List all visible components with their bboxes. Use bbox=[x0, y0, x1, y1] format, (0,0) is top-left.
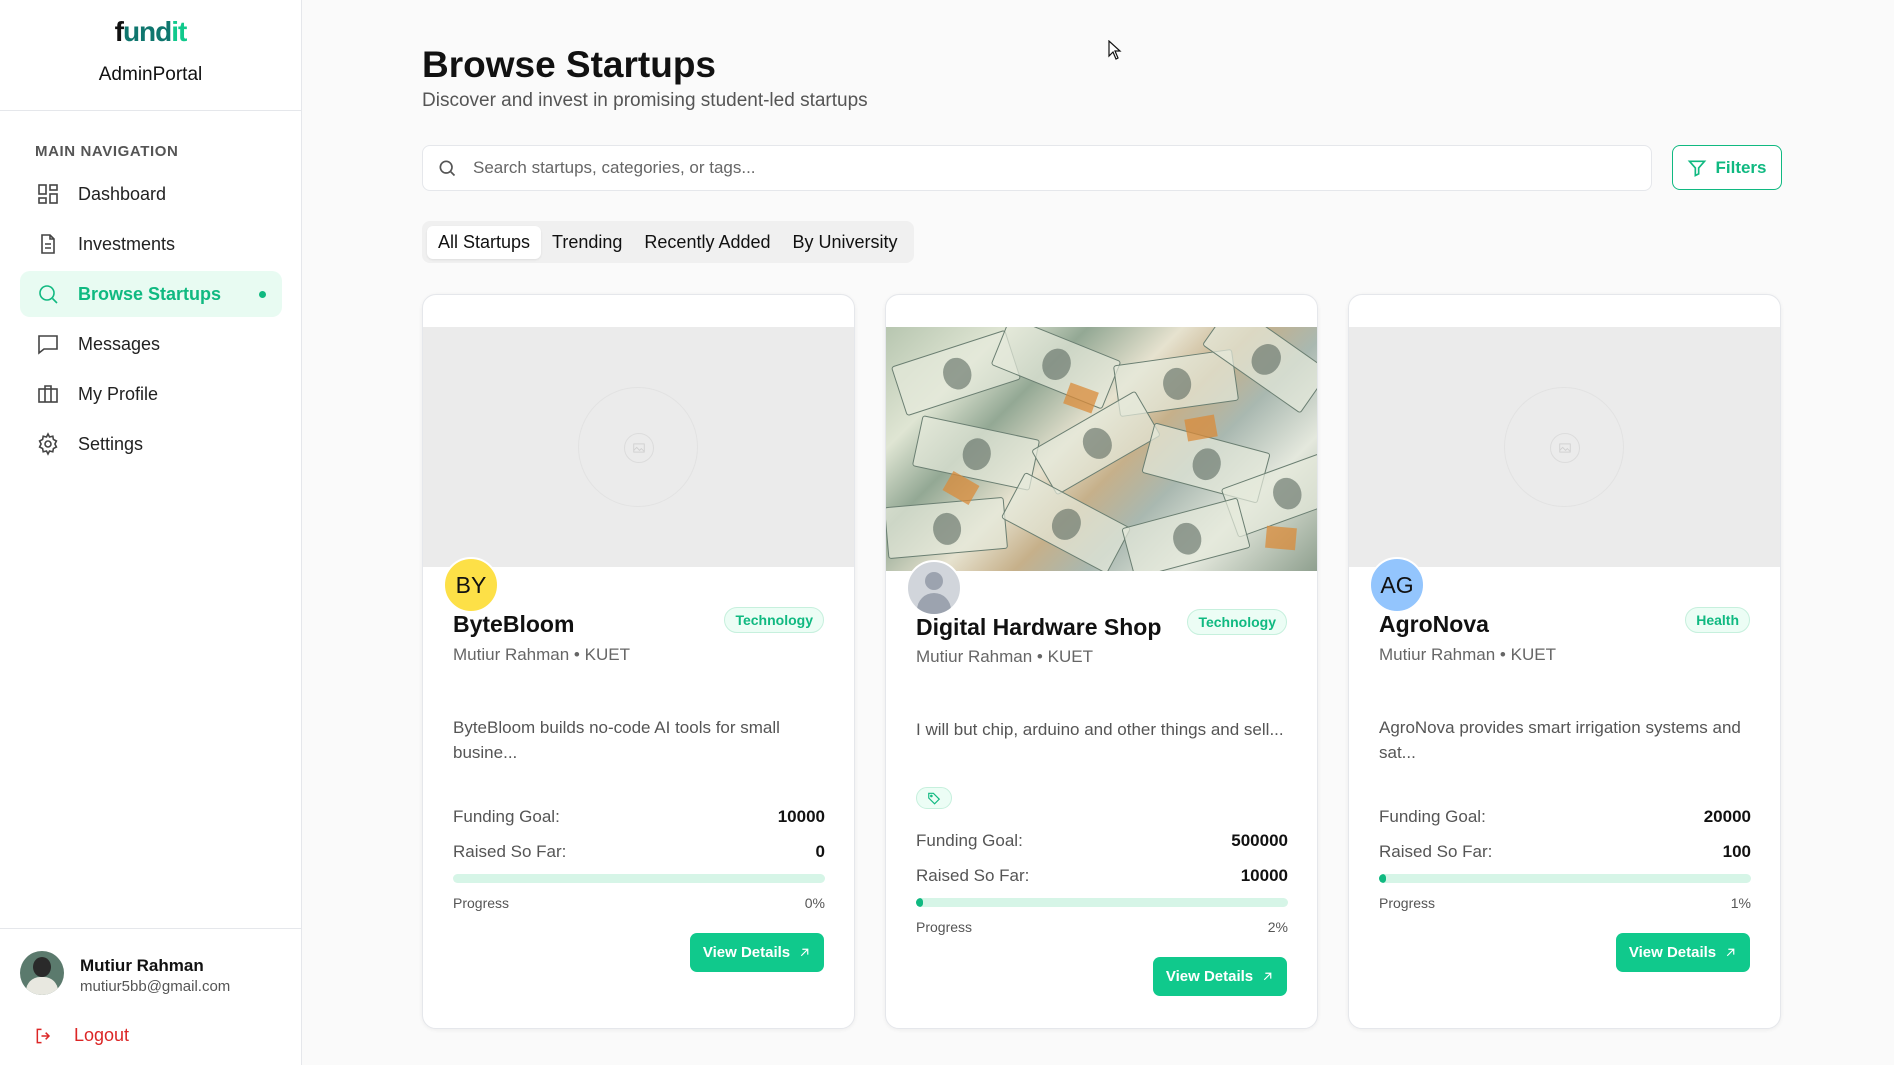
progress-bar bbox=[916, 898, 1288, 907]
progress-percent: 0% bbox=[804, 895, 825, 911]
funding-goal-row: Funding Goal: 20000 bbox=[1379, 807, 1751, 826]
startup-image-placeholder bbox=[1349, 327, 1780, 567]
progress-row: Progress 1% bbox=[1379, 895, 1751, 911]
tab-by-university[interactable]: By University bbox=[782, 226, 909, 259]
logout-label: Logout bbox=[74, 1025, 130, 1045]
progress-percent: 1% bbox=[1730, 895, 1751, 911]
tab-bar: All Startups Trending Recently Added By … bbox=[422, 221, 914, 263]
funding-goal-value: 10000 bbox=[777, 807, 825, 826]
view-details-button[interactable]: View Details bbox=[1153, 957, 1287, 996]
funding-goal-value: 20000 bbox=[1703, 807, 1751, 826]
sidebar-item-label: Messages bbox=[78, 333, 161, 354]
image-icon bbox=[1550, 433, 1580, 463]
sidebar-item-investments[interactable]: Investments bbox=[20, 221, 282, 267]
startup-meta: Mutiur Rahman • KUET bbox=[1379, 645, 1556, 664]
startup-avatar: BY bbox=[443, 557, 499, 613]
tab-recently-added[interactable]: Recently Added bbox=[633, 226, 781, 259]
user-email: mutiur5bb@gmail.com bbox=[80, 978, 231, 995]
sidebar-item-messages[interactable]: Messages bbox=[20, 321, 282, 367]
progress-percent: 2% bbox=[1267, 919, 1288, 935]
category-badge: Technology bbox=[1187, 609, 1287, 635]
sidebar-item-label: Investments bbox=[78, 233, 176, 254]
page-subtitle: Discover and invest in promising student… bbox=[422, 90, 868, 111]
startup-avatar: AG bbox=[1369, 557, 1425, 613]
active-indicator-dot bbox=[259, 291, 266, 298]
raised-row: Raised So Far: 10000 bbox=[916, 866, 1288, 885]
arrow-up-right-icon bbox=[1263, 972, 1272, 981]
startup-name: AgroNova bbox=[1379, 611, 1489, 637]
arrow-up-right-icon bbox=[800, 948, 809, 957]
category-badge: Health bbox=[1685, 607, 1750, 633]
sidebar-item-dashboard[interactable]: Dashboard bbox=[20, 171, 282, 217]
message-icon bbox=[38, 335, 58, 355]
brand: fundit AdminPortal bbox=[0, 0, 301, 111]
sidebar-item-browse-startups[interactable]: Browse Startups bbox=[20, 271, 282, 317]
category-badge: Technology bbox=[724, 607, 824, 633]
arrow-up-right-icon bbox=[1726, 948, 1735, 957]
sidebar-item-label: My Profile bbox=[78, 383, 159, 404]
startup-meta: Mutiur Rahman • KUET bbox=[916, 647, 1093, 666]
progress-row: Progress 0% bbox=[453, 895, 825, 911]
tag-pill bbox=[916, 787, 952, 809]
briefcase-icon bbox=[38, 385, 58, 403]
startup-meta: Mutiur Rahman • KUET bbox=[453, 645, 630, 664]
startup-name: ByteBloom bbox=[453, 611, 575, 637]
startup-image-placeholder bbox=[423, 327, 854, 567]
sidebar-item-label: Browse Startups bbox=[78, 283, 222, 304]
portal-title: AdminPortal bbox=[98, 64, 203, 85]
nav-section-title: MAIN NAVIGATION bbox=[35, 143, 179, 160]
startup-avatar bbox=[906, 560, 962, 616]
gear-icon bbox=[38, 432, 58, 456]
tag-icon bbox=[928, 792, 941, 805]
search-input[interactable] bbox=[473, 158, 1573, 178]
search-bar[interactable] bbox=[422, 145, 1652, 191]
funding-goal-row: Funding Goal: 500000 bbox=[916, 831, 1288, 850]
startup-image bbox=[886, 327, 1317, 571]
startup-description: ByteBloom builds no-code AI tools for sm… bbox=[453, 718, 780, 762]
document-icon bbox=[41, 234, 55, 254]
startup-description: AgroNova provides smart irrigation syste… bbox=[1379, 718, 1741, 762]
logout-button[interactable]: Logout bbox=[34, 1025, 129, 1046]
view-details-button[interactable]: View Details bbox=[1616, 933, 1750, 972]
user-name: Mutiur Rahman bbox=[80, 956, 204, 975]
image-icon bbox=[624, 433, 654, 463]
startup-description: I will but chip, arduino and other thing… bbox=[916, 720, 1284, 739]
avatar bbox=[20, 951, 64, 995]
filter-icon bbox=[1688, 160, 1707, 177]
progress-bar bbox=[1379, 874, 1751, 883]
sidebar-item-my-profile[interactable]: My Profile bbox=[20, 371, 282, 417]
funding-goal-value: 500000 bbox=[1231, 831, 1288, 850]
raised-row: Raised So Far: 100 bbox=[1379, 842, 1751, 861]
sidebar-item-label: Settings bbox=[78, 433, 144, 454]
startup-card[interactable]: Digital Hardware Shop Technology Mutiur … bbox=[885, 294, 1318, 1029]
sidebar-item-label: Dashboard bbox=[78, 183, 167, 204]
page-title: Browse Startups bbox=[422, 44, 717, 85]
filters-label: Filters bbox=[1715, 157, 1767, 177]
raised-row: Raised So Far: 0 bbox=[453, 842, 825, 861]
tab-all-startups[interactable]: All Startups bbox=[427, 225, 542, 259]
progress-bar bbox=[453, 874, 825, 883]
dashboard-icon bbox=[38, 184, 58, 204]
progress-row: Progress 2% bbox=[916, 919, 1288, 935]
search-icon bbox=[439, 160, 456, 177]
fundit-logo[interactable]: fundit bbox=[115, 18, 188, 46]
raised-value: 100 bbox=[1722, 842, 1751, 861]
filters-button[interactable]: Filters bbox=[1672, 145, 1782, 190]
logout-icon bbox=[36, 1028, 51, 1043]
sidebar-item-settings[interactable]: Settings bbox=[20, 421, 282, 467]
raised-value: 10000 bbox=[1240, 866, 1288, 885]
search-icon bbox=[39, 285, 58, 304]
funding-goal-row: Funding Goal: 10000 bbox=[453, 807, 825, 826]
startup-card[interactable]: BY ByteBloom Technology Mutiur Rahman • … bbox=[422, 294, 855, 1029]
mouse-cursor-icon bbox=[1108, 40, 1122, 60]
startup-card[interactable]: AG AgroNova Health Mutiur Rahman • KUET … bbox=[1348, 294, 1781, 1029]
startup-name: Digital Hardware Shop bbox=[916, 614, 1162, 640]
sidebar: fundit AdminPortal MAIN NAVIGATION Dashb… bbox=[0, 0, 302, 1065]
user-profile-block[interactable]: Mutiur Rahman mutiur5bb@gmail.com bbox=[0, 928, 302, 1008]
view-details-button[interactable]: View Details bbox=[690, 933, 824, 972]
tab-trending[interactable]: Trending bbox=[541, 226, 633, 259]
raised-value: 0 bbox=[815, 842, 825, 861]
